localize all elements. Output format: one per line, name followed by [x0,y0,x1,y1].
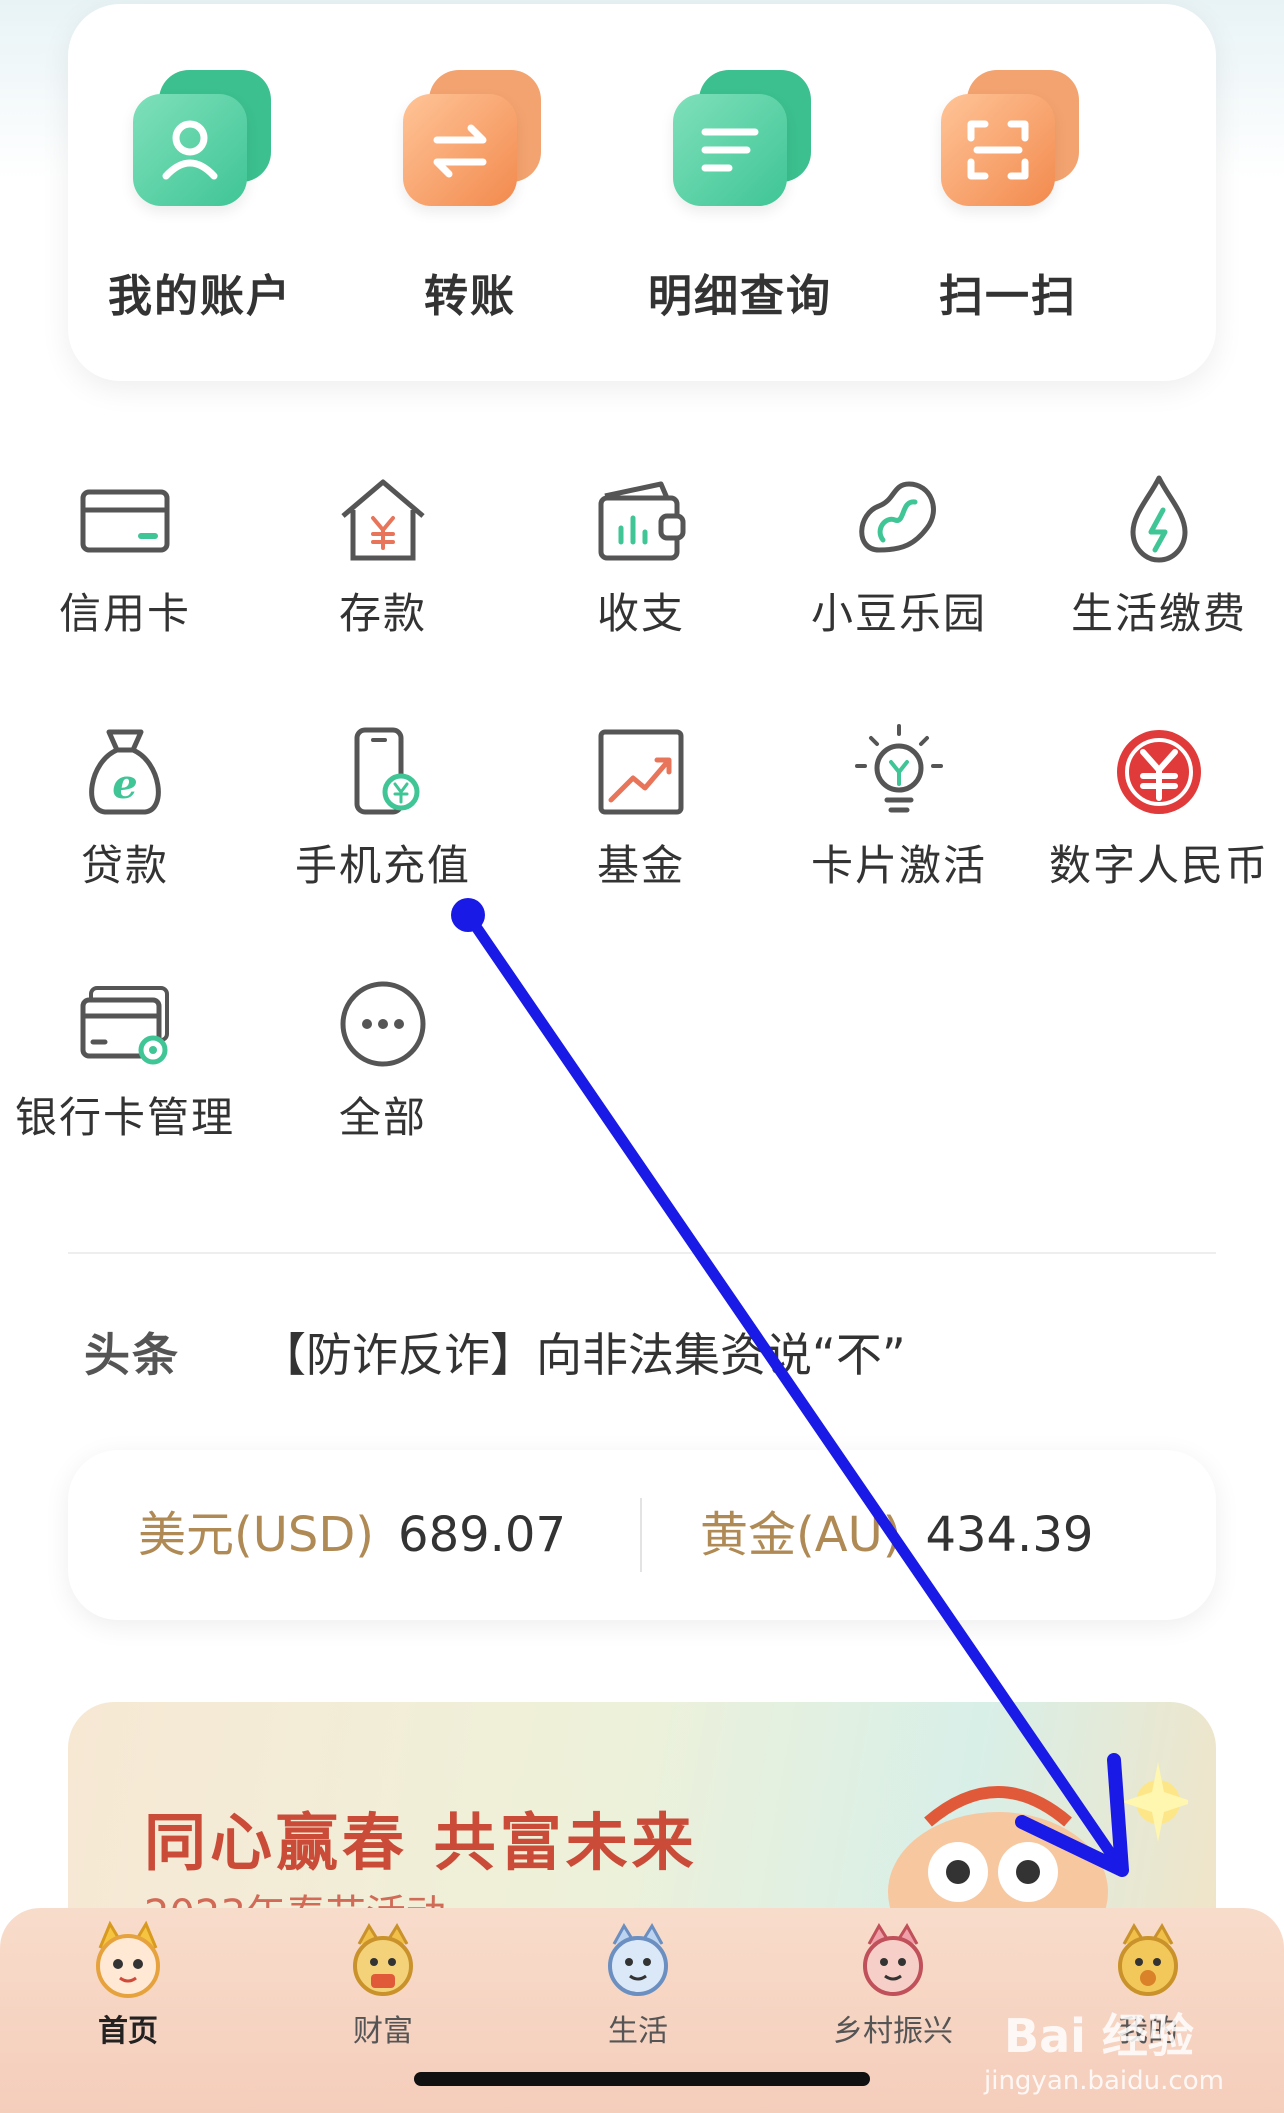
service-card-activation[interactable]: 卡片激活 [779,722,1019,893]
section-divider [68,1252,1216,1254]
rate-name: 美元(USD) [138,1507,375,1563]
service-card-management[interactable]: 银行卡管理 [5,974,245,1145]
account-icon [127,66,273,212]
service-label: 基金 [596,841,685,890]
tab-label: 首页 [98,2014,158,2049]
service-label: 贷款 [80,841,169,890]
mascot-life-icon [596,1918,680,2002]
utility-icon [1109,470,1209,570]
rate-gold[interactable]: 黄金(AU) 434.39 [700,1450,1093,1620]
service-all[interactable]: 全部 [263,974,503,1145]
service-fund[interactable]: 基金 [521,722,761,893]
bulb-icon [849,722,949,822]
quick-action-my-account[interactable]: 我的账户 [100,66,300,324]
service-income-expense[interactable]: 收支 [521,470,761,641]
headline-tag: 头条 [84,1328,180,1382]
scan-icon [935,66,1081,212]
service-label: 卡片激活 [810,841,987,890]
rates-divider [640,1498,642,1572]
fund-chart-icon [591,722,691,822]
tab-home[interactable]: 首页 [28,1908,228,2050]
rate-name: 黄金(AU) [700,1507,902,1563]
quick-action-label: 明细查询 [648,271,832,322]
tab-label: 生活 [608,2014,668,2049]
rate-value: 434.39 [925,1507,1094,1563]
tab-label: 乡村振兴 [833,2014,953,2049]
deposit-icon [333,470,433,570]
transfer-icon [397,66,543,212]
service-label: 生活缴费 [1070,589,1247,638]
loan-bag-icon: e [75,722,175,822]
banner-title: 同心赢春 共富未来 [144,1806,698,1879]
home-indicator [414,2072,870,2086]
tab-label: 财富 [353,2014,413,2049]
service-label: 信用卡 [58,589,191,638]
service-label: 手机充值 [294,841,471,890]
card-manage-icon [75,974,175,1074]
service-bean-park[interactable]: 小豆乐园 [779,470,1019,641]
ecny-icon [1109,722,1209,822]
wallet-icon [591,470,691,570]
baidu-jingyan-watermark: Bai 经验 jingyan.baidu.com [984,2000,1224,2100]
mascot-wealth-icon [341,1918,425,2002]
service-label: 小豆乐园 [810,589,987,638]
service-label: 全部 [338,1093,427,1142]
quick-action-scan[interactable]: 扫一扫 [908,66,1108,324]
bean-icon [849,470,949,570]
quick-action-label: 转账 [424,271,516,322]
service-utility-payment[interactable]: 生活缴费 [1039,470,1279,641]
service-credit-card[interactable]: 信用卡 [5,470,245,641]
watermark-url: jingyan.baidu.com [984,2066,1224,2096]
service-label: 数字人民币 [1048,841,1269,890]
svg-text:e: e [112,761,137,808]
rates-card[interactable]: 美元(USD) 689.07 黄金(AU) 434.39 [68,1450,1216,1620]
service-digital-rmb[interactable]: 数字人民币 [1039,722,1279,893]
mascot-home-icon [86,1918,170,2002]
quick-action-statement[interactable]: 明细查询 [640,66,840,324]
tab-rural-revitalization[interactable]: 乡村振兴 [793,1908,993,2050]
phone-topup-icon [333,722,433,822]
service-label: 存款 [338,589,427,638]
quick-action-label: 扫一扫 [939,271,1077,322]
rate-usd[interactable]: 美元(USD) 689.07 [138,1450,566,1620]
service-label: 银行卡管理 [14,1093,235,1142]
tab-wealth[interactable]: 财富 [283,1908,483,2050]
mascot-mine-icon [1106,1918,1190,2002]
service-loan[interactable]: e 贷款 [5,722,245,893]
service-phone-topup[interactable]: 手机充值 [263,722,503,893]
service-label: 收支 [596,589,685,638]
credit-card-icon [75,470,175,570]
quick-action-transfer[interactable]: 转账 [370,66,570,324]
rate-value: 689.07 [398,1507,566,1563]
quick-action-label: 我的账户 [108,271,292,322]
watermark-main: Bai 经验 [1004,2009,1194,2063]
tab-life[interactable]: 生活 [538,1908,738,2050]
headline-text[interactable]: 【防诈反诈】向非法集资说“不” [260,1320,906,1390]
statement-icon [667,66,813,212]
mascot-rural-icon [851,1918,935,2002]
service-deposit[interactable]: 存款 [263,470,503,641]
more-icon [333,974,433,1074]
quick-actions-card: 我的账户 转账 明细查询 扫一扫 [68,4,1216,381]
